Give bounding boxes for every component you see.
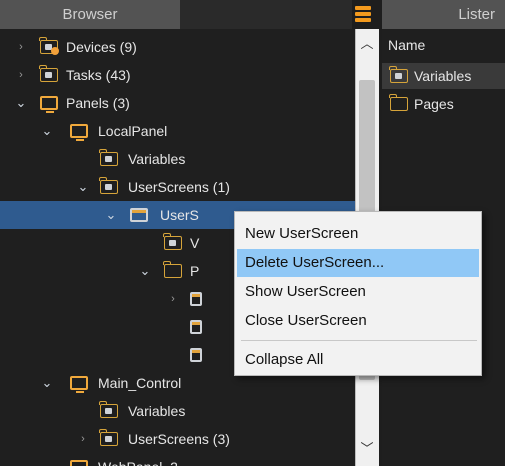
tree-item-label: Variables	[128, 151, 186, 167]
lister-item-pages[interactable]: Pages	[382, 91, 505, 117]
context-menu: New UserScreen Delete UserScreen... Show…	[234, 211, 482, 376]
menu-item-show-userscreen[interactable]: Show UserScreen	[237, 278, 479, 306]
chevron-right-icon[interactable]: ›	[76, 425, 90, 453]
variables-folder-icon	[99, 401, 118, 418]
userscreens-folder-icon	[99, 429, 118, 446]
chevron-right-icon[interactable]: ›	[166, 285, 180, 313]
menu-separator	[241, 340, 477, 341]
tree-item-devices[interactable]: › Devices (9)	[0, 33, 355, 61]
userscreens-folder-icon	[99, 177, 118, 194]
browser-header-spacer	[180, 0, 352, 29]
tree-item-variables[interactable]: Variables	[0, 145, 355, 173]
browser-panel-title: Browser	[0, 0, 180, 29]
chevron-up-icon[interactable]: ︿	[355, 33, 379, 55]
monitor-icon	[70, 376, 88, 393]
tree-item-localpanel[interactable]: ⌄ LocalPanel	[0, 117, 355, 145]
variables-folder-icon	[163, 233, 182, 250]
tree-item-label: Devices (9)	[66, 39, 137, 55]
chevron-right-icon[interactable]: ›	[14, 61, 28, 89]
tree-item-label: WebPanel_2	[98, 453, 178, 466]
tree-item-label: LocalPanel	[98, 123, 168, 139]
lister-title: Lister	[458, 6, 495, 23]
chevron-down-icon[interactable]: ⌄	[104, 201, 118, 229]
devices-folder-icon	[39, 37, 59, 55]
lister-item-variables[interactable]: Variables	[382, 63, 505, 89]
tree-item-label: Variables	[128, 403, 186, 419]
tree-item-userscreens[interactable]: ⌄ UserScreens (1)	[0, 173, 355, 201]
page-icon	[190, 348, 202, 362]
chevron-down-icon[interactable]: ⌄	[40, 369, 54, 397]
variables-folder-icon	[389, 66, 408, 83]
menu-item-close-userscreen[interactable]: Close UserScreen	[237, 307, 479, 335]
chevron-right-icon[interactable]: ›	[14, 33, 28, 61]
tree-item-label: Tasks (43)	[66, 67, 131, 83]
tree-item-variables[interactable]: Variables	[0, 397, 355, 425]
lister-column-name[interactable]: Name	[388, 37, 425, 53]
tree-item-label: UserS	[160, 207, 199, 223]
chevron-down-icon[interactable]: ⌄	[76, 173, 90, 201]
page-icon	[190, 320, 202, 334]
folder-icon	[163, 261, 182, 278]
tree-item-label: UserScreens (1)	[128, 179, 230, 195]
tree-item-label: Main_Control	[98, 375, 182, 391]
tree-item-userscreens[interactable]: › UserScreens (3)	[0, 425, 355, 453]
tree-item-label: Panels (3)	[66, 95, 130, 111]
variables-folder-icon	[99, 149, 118, 166]
lister-item-label: Pages	[414, 96, 454, 112]
tree-item-label: P	[190, 263, 200, 279]
monitor-icon	[70, 460, 88, 466]
tree-item-panels[interactable]: ⌄ Panels (3)	[0, 89, 355, 117]
chevron-down-icon[interactable]: ⌄	[40, 117, 54, 145]
tasks-folder-icon	[39, 65, 58, 82]
menu-item-delete-userscreen[interactable]: Delete UserScreen...	[237, 249, 479, 277]
chevron-down-icon[interactable]: ⌄	[14, 89, 28, 117]
lister-panel-title: Lister	[382, 0, 505, 29]
page-icon	[190, 292, 202, 306]
menu-item-collapse-all[interactable]: Collapse All	[237, 346, 479, 374]
chevron-down-icon[interactable]: ⌄	[138, 257, 152, 285]
tree-item-label: V	[190, 235, 200, 251]
lister-item-label: Variables	[414, 68, 472, 84]
monitor-icon	[70, 124, 88, 141]
monitor-icon	[40, 96, 58, 113]
tree-item-webpanel[interactable]: WebPanel_2	[0, 453, 355, 466]
userscreen-icon	[130, 208, 148, 222]
menu-item-new-userscreen[interactable]: New UserScreen	[237, 220, 479, 248]
tree-item-label: UserScreens (3)	[128, 431, 230, 447]
folder-icon	[389, 94, 408, 111]
chevron-down-icon[interactable]: ﹀	[355, 438, 379, 460]
panel-menu-icon[interactable]	[355, 6, 371, 26]
tree-item-tasks[interactable]: › Tasks (43)	[0, 61, 355, 89]
